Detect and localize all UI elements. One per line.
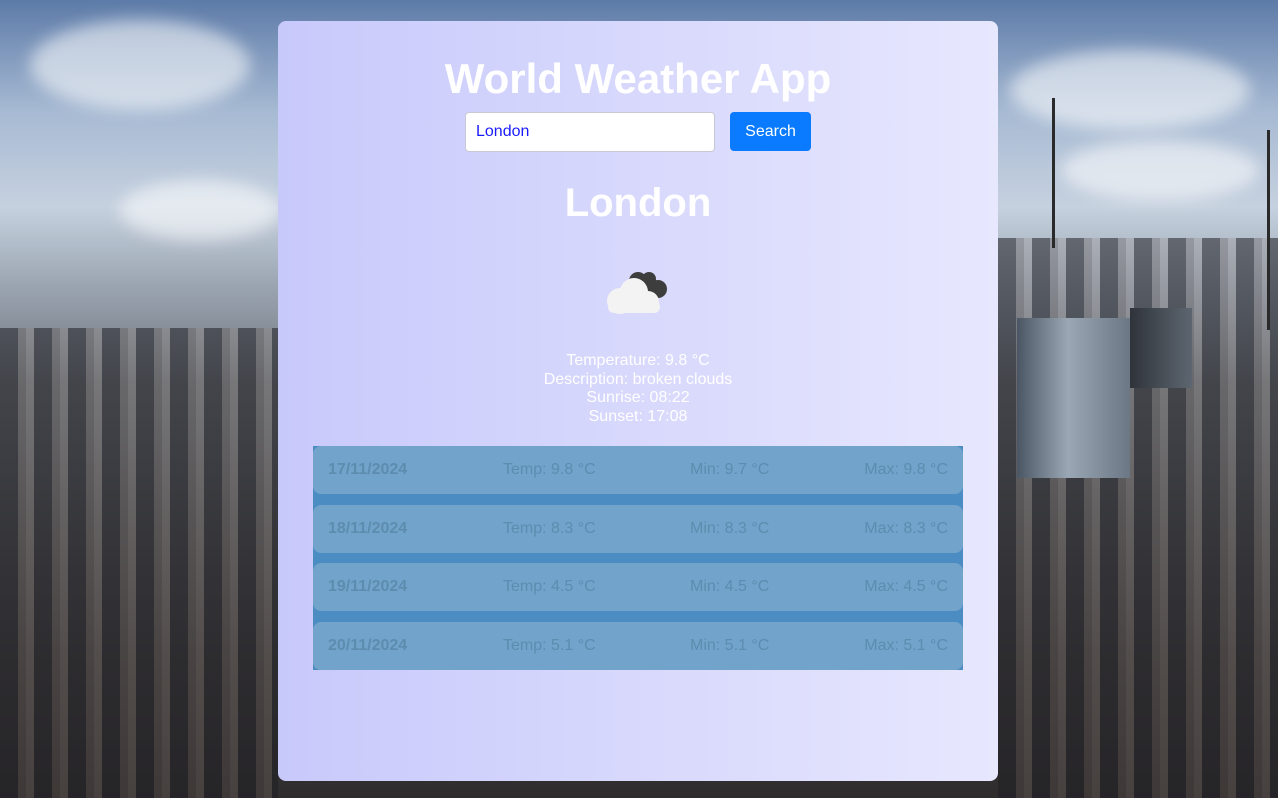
forecast-date: 18/11/2024 bbox=[328, 520, 408, 537]
forecast-min: Min: 9.7 °C bbox=[690, 461, 770, 478]
forecast-row: 18/11/2024 Temp: 8.3 °C Min: 8.3 °C Max:… bbox=[313, 505, 963, 553]
city-search-input[interactable] bbox=[465, 112, 715, 152]
forecast-row: 20/11/2024 Temp: 5.1 °C Min: 5.1 °C Max:… bbox=[313, 622, 963, 670]
weather-card: World Weather App Search London Temperat… bbox=[278, 21, 998, 781]
forecast-min: Min: 5.1 °C bbox=[690, 637, 770, 654]
forecast-temp: Temp: 8.3 °C bbox=[503, 520, 596, 537]
forecast-min: Min: 8.3 °C bbox=[690, 520, 770, 537]
forecast-max: Max: 5.1 °C bbox=[864, 637, 948, 654]
forecast-date: 20/11/2024 bbox=[328, 637, 408, 654]
forecast-temp: Temp: 9.8 °C bbox=[503, 461, 596, 478]
forecast-temp: Temp: 5.1 °C bbox=[503, 637, 596, 654]
broken-clouds-icon bbox=[607, 272, 667, 314]
forecast-min: Min: 4.5 °C bbox=[690, 578, 770, 595]
current-weather-details: Temperature: 9.8 °C Description: broken … bbox=[278, 352, 998, 427]
forecast-row: 19/11/2024 Temp: 4.5 °C Min: 4.5 °C Max:… bbox=[313, 563, 963, 611]
forecast-max: Max: 9.8 °C bbox=[864, 461, 948, 478]
city-name: London bbox=[564, 181, 712, 225]
sunset-text: Sunset: 17:08 bbox=[588, 408, 688, 426]
forecast-list: 17/11/2024 Temp: 9.8 °C Min: 9.7 °C Max:… bbox=[313, 446, 963, 670]
forecast-max: Max: 4.5 °C bbox=[864, 578, 948, 595]
app-title: World Weather App bbox=[444, 55, 832, 102]
temperature-text: Temperature: 9.8 °C bbox=[566, 352, 710, 369]
search-button[interactable]: Search bbox=[730, 112, 811, 151]
forecast-temp: Temp: 4.5 °C bbox=[503, 578, 596, 595]
forecast-row: 17/11/2024 Temp: 9.8 °C Min: 9.7 °C Max:… bbox=[313, 446, 963, 494]
description-text: Description: broken clouds bbox=[543, 370, 733, 388]
forecast-max: Max: 8.3 °C bbox=[864, 520, 948, 537]
forecast-date: 17/11/2024 bbox=[328, 461, 408, 478]
sunrise-text: Sunrise: 08:22 bbox=[586, 389, 690, 407]
forecast-date: 19/11/2024 bbox=[328, 578, 408, 595]
